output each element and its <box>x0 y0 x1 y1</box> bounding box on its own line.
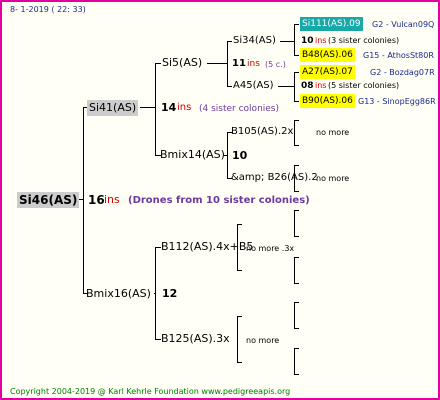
a45-note: (5 sister colonies) <box>328 81 400 90</box>
b48-info: G15 - AthosSt80R <box>363 51 434 60</box>
connector-line <box>294 257 299 258</box>
bmix16-count: 12 <box>162 287 178 300</box>
connector-line <box>140 107 156 108</box>
si34-note: (3 sister colonies) <box>328 36 400 45</box>
root-ins: ins <box>104 193 120 206</box>
node-b112[interactable]: B112(AS).4x+B5 <box>161 240 253 254</box>
connector-line <box>237 316 238 363</box>
si5-note: (5 c.) <box>265 60 286 69</box>
connector-line <box>294 101 299 102</box>
node-si5[interactable]: Si5(AS) <box>162 56 202 70</box>
connector-line <box>237 270 242 271</box>
si41-count: 14 <box>161 101 177 114</box>
connector-line <box>294 348 299 349</box>
connector-line <box>294 55 299 56</box>
root-count: 16 <box>88 193 105 207</box>
connector-line <box>294 72 295 102</box>
si41-note: (4 sister colonies) <box>199 104 280 114</box>
si111-info: G2 - Vulcan09Q <box>372 20 435 29</box>
connector-line <box>294 348 295 375</box>
node-b48[interactable]: B48(AS).06 <box>300 48 355 62</box>
b26-note: no more <box>316 174 350 183</box>
connector-line <box>155 247 156 340</box>
root-note: (Drones from 10 sister colonies) <box>128 195 310 206</box>
si34-ins: ins <box>315 36 327 45</box>
node-bmix14[interactable]: Bmix14(AS) <box>160 148 225 162</box>
connector-line <box>294 302 295 329</box>
node-a45[interactable]: A45(AS) <box>233 79 274 93</box>
node-bmix16[interactable]: Bmix16(AS) <box>86 287 151 301</box>
b105-note: no more <box>316 128 350 137</box>
connector-line <box>294 210 295 237</box>
connector-line <box>294 24 295 56</box>
b125-note: no more <box>246 336 280 345</box>
connector-line <box>294 302 299 303</box>
connector-line <box>294 120 295 146</box>
si41-ins: ins <box>177 102 192 113</box>
node-si41[interactable]: Si41(AS) <box>87 100 139 116</box>
connector-line <box>294 165 299 166</box>
a45-count: 08 <box>301 81 314 91</box>
connector-line <box>227 86 232 87</box>
node-b105[interactable]: B105(AS).2x <box>231 125 293 139</box>
node-b90[interactable]: B90(AS).06 <box>300 94 355 108</box>
b112-note: no more .3x <box>246 244 295 253</box>
connector-line <box>294 257 295 284</box>
node-si111[interactable]: Si111(AS).09 <box>300 17 363 31</box>
bmix14-count: 10 <box>232 149 248 162</box>
node-a27[interactable]: A27(AS).07 <box>300 65 355 79</box>
connector-line <box>155 63 156 156</box>
connector-line <box>294 191 299 192</box>
connector-line <box>294 328 299 329</box>
a27-info: G2 - Bozdag07R <box>370 68 435 77</box>
node-si34[interactable]: Si34(AS) <box>233 34 276 48</box>
si5-count: 11 <box>232 58 246 69</box>
connector-line <box>227 132 228 179</box>
connector-line <box>237 316 242 317</box>
si34-count: 10 <box>301 36 314 46</box>
pedigree-chart: 8- 1-2019 ( 22: 33) Si46(AS) 16 ins (Dro… <box>0 0 440 400</box>
connector-line <box>294 374 299 375</box>
connector-line <box>278 86 294 87</box>
connector-line <box>294 24 299 25</box>
connector-line <box>294 283 299 284</box>
connector-line <box>227 41 232 42</box>
root-node[interactable]: Si46(AS) <box>17 192 80 208</box>
connector-line <box>294 72 299 73</box>
connector-line <box>294 210 299 211</box>
connector-line <box>227 41 228 87</box>
connector-line <box>237 224 242 225</box>
date-stamp: 8- 1-2019 ( 22: 33) <box>10 5 86 14</box>
connector-line <box>207 63 227 64</box>
b90-info: G13 - SinopEgg86R <box>358 97 436 106</box>
node-b26[interactable]: &amp; B26(AS).2 <box>231 171 318 185</box>
connector-line <box>294 120 299 121</box>
connector-line <box>83 107 84 294</box>
connector-line <box>155 63 161 64</box>
connector-line <box>294 145 299 146</box>
si5-ins: ins <box>247 59 260 69</box>
connector-line <box>280 41 294 42</box>
connector-line <box>237 362 242 363</box>
connector-line <box>294 236 299 237</box>
node-b125[interactable]: B125(AS).3x <box>161 332 230 346</box>
a45-ins: ins <box>315 81 327 90</box>
footer-copyright: Copyright 2004-2019 @ Karl Kehrle Founda… <box>10 387 291 396</box>
